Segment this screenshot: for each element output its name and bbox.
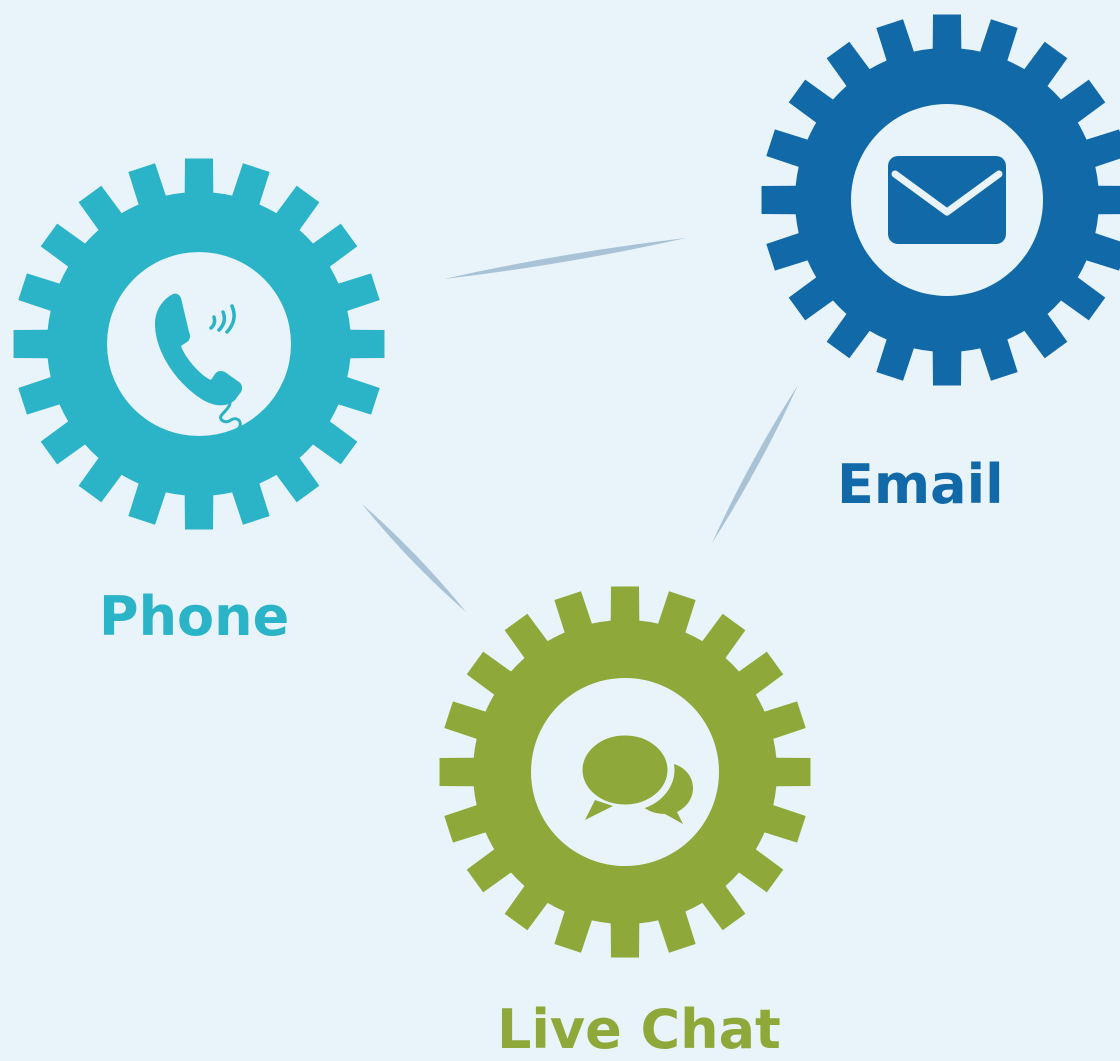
connector-email-chat — [712, 385, 798, 543]
connector-lines — [362, 238, 798, 612]
live-chat-gear — [439, 586, 811, 958]
live-chat-label: Live Chat — [497, 998, 781, 1061]
diagram-canvas: Phone Email Live Chat — [0, 0, 1120, 1057]
phone-gear — [13, 158, 385, 530]
connector-phone-email — [444, 238, 686, 279]
email-gear — [761, 14, 1120, 386]
phone-gear-hub — [107, 252, 291, 436]
phone-label: Phone — [99, 585, 290, 648]
channel-diagram — [13, 14, 1120, 958]
envelope-icon — [888, 156, 1006, 244]
email-label: Email — [837, 453, 1004, 516]
connector-phone-chat — [362, 504, 466, 612]
